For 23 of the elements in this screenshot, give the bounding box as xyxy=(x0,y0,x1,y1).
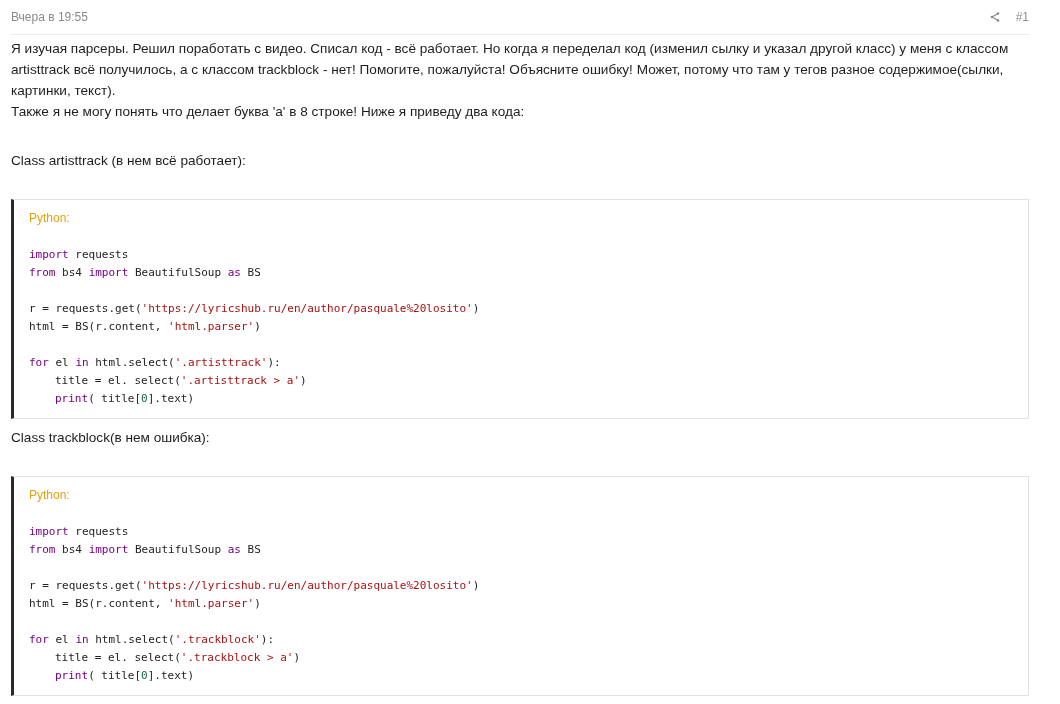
share-icon[interactable] xyxy=(989,12,1000,22)
code-line: from bs4 import BeautifulSoup as BS xyxy=(29,542,262,558)
post-paragraph: Также я не могу понять что делает буква 'а' в 8 строке! Ниже я приведу два кода: xyxy=(11,103,526,121)
post-paragraph: Я изучая парсеры. Решил поработать с видео. Списал код - всё работает. Но когда я переделал код (изменил сылку и указал другой класс) у меня с классом artisttrack всё получилось, а с классом trackblock - нет! Помогите, пожалуйста! Объясните ошибку! Может, потому что там у тегов разное содержимое(сылки, картинки, текст). xyxy=(11,40,1010,100)
code-language-label: Python: xyxy=(29,487,71,504)
code-line: r = requests.get('https://lyricshub.ru/en/author/pasquale%20losito') xyxy=(29,301,481,317)
code-line: title = el. select('.trackblock > a') xyxy=(55,650,302,666)
code-line: from bs4 import BeautifulSoup as BS xyxy=(29,265,262,281)
code-line: title = el. select('.artisttrack > a') xyxy=(55,373,308,389)
code-line: for el in html.select('.trackblock'): xyxy=(29,632,276,648)
code-line: import requests xyxy=(29,247,130,263)
code-line: for el in html.select('.artisttrack'): xyxy=(29,355,282,371)
code-line: import requests xyxy=(29,524,130,540)
code-caption: Class trackblock(в нем ошибка): xyxy=(11,429,211,447)
code-line: print( title[0].text) xyxy=(55,391,196,407)
post-number-link[interactable]: #1 xyxy=(1015,10,1029,24)
code-line: r = requests.get('https://lyricshub.ru/en/author/pasquale%20losito') xyxy=(29,578,481,594)
code-line: html = BS(r.content, 'html.parser') xyxy=(29,319,262,335)
code-language-label: Python: xyxy=(29,210,71,227)
post-time: Вчера в 19:55 xyxy=(11,10,88,24)
code-line: html = BS(r.content, 'html.parser') xyxy=(29,596,262,612)
code-caption: Class artisttrack (в нем всё работает): xyxy=(11,152,247,170)
code-line: print( title[0].text) xyxy=(55,668,196,684)
